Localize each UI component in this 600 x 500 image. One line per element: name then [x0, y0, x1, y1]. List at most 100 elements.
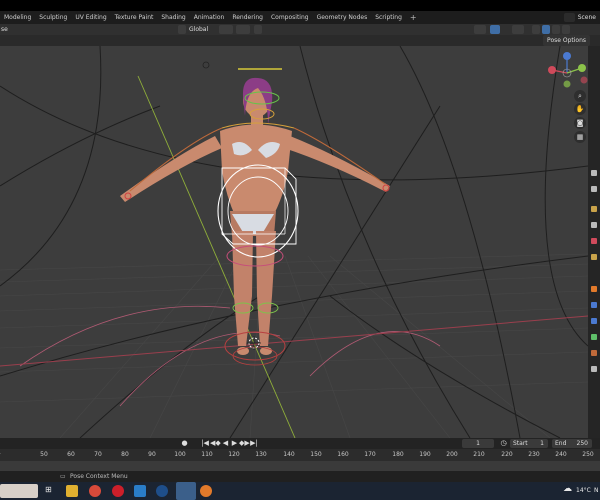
modifier-tab-icon[interactable]: [591, 302, 597, 308]
tab-sculpting[interactable]: Sculpting: [35, 11, 71, 24]
scene-label: Scene: [577, 14, 596, 21]
cloud-icon: ☁: [563, 484, 572, 494]
frame-ruler[interactable]: · 50 60 70 80 90 100 110 120 130 140 150…: [0, 449, 600, 461]
ruler-tick: 140: [283, 451, 295, 458]
next-keyframe-button[interactable]: ◆▶: [239, 439, 250, 448]
ruler-tick: 60: [67, 451, 75, 458]
view-layer-tab-icon[interactable]: [591, 222, 597, 228]
shading-solid-button[interactable]: [542, 25, 550, 34]
3d-viewport[interactable]: ⌕ ✋ ◙ ▦: [0, 46, 588, 438]
constraints-tab-icon[interactable]: [591, 350, 597, 356]
viewport-header: se Global: [0, 24, 600, 35]
ruler-tick: 200: [446, 451, 458, 458]
view-cursor-marker: [202, 61, 210, 69]
timeline-controls: ● |◀ ◀◆ ◀ ▶ ◆▶ ▶| 1 ◷ Start 1 End 250: [0, 438, 600, 449]
transform-orientation-icon[interactable]: [178, 25, 186, 34]
jump-start-button[interactable]: |◀: [200, 439, 210, 448]
jump-end-button[interactable]: ▶|: [249, 439, 259, 448]
record-keyframe-button[interactable]: ●: [180, 439, 189, 448]
end-value: 250: [576, 440, 588, 447]
c-app-icon[interactable]: [156, 485, 168, 497]
hand-icon[interactable]: ✋: [574, 103, 586, 115]
ruler-tick: 220: [501, 451, 513, 458]
play-reverse-button[interactable]: ◀: [221, 439, 230, 448]
clock-icon[interactable]: ◷: [499, 439, 508, 448]
tab-shading[interactable]: Shading: [157, 11, 189, 24]
render-tab-icon[interactable]: [591, 186, 597, 192]
blender-icon[interactable]: [200, 485, 212, 497]
chrome-icon[interactable]: [89, 485, 101, 497]
viewport-gizmo-toggle[interactable]: [474, 25, 486, 34]
weather-suffix: N: [594, 487, 599, 494]
shading-rendered-button[interactable]: [562, 25, 570, 34]
start-frame-field[interactable]: Start 1: [510, 439, 548, 448]
ruler-tick: 180: [392, 451, 404, 458]
output-tab-icon[interactable]: [591, 206, 597, 212]
end-frame-field[interactable]: End 250: [552, 439, 592, 448]
ruler-tick: 70: [94, 451, 102, 458]
add-workspace-button[interactable]: +: [406, 11, 421, 24]
tab-texture-paint[interactable]: Texture Paint: [111, 11, 158, 24]
ruler-tick: 190: [419, 451, 431, 458]
tab-animation[interactable]: Animation: [190, 11, 229, 24]
bone-arcs: [19, 305, 441, 407]
object-tab-icon[interactable]: [591, 286, 597, 292]
pose-options-dropdown[interactable]: Pose Options: [543, 35, 590, 46]
overlay-toggle[interactable]: [490, 25, 500, 34]
ruler-tick: 90: [148, 451, 156, 458]
pose-context-menu-hint: Pose Context Menu: [70, 473, 128, 480]
data-tab-icon[interactable]: [591, 366, 597, 372]
shading-material-button[interactable]: [552, 25, 560, 34]
workspace-tabs-bar: Modeling Sculpting UV Editing Texture Pa…: [0, 11, 600, 24]
scene-selector[interactable]: Scene: [540, 11, 600, 24]
play-icon[interactable]: ▶: [230, 439, 239, 448]
world-tab-icon[interactable]: [591, 254, 597, 260]
viewport-scene: [0, 46, 588, 438]
ruler-tick: 170: [364, 451, 376, 458]
scene-browse-button[interactable]: [563, 13, 575, 22]
particles-tab-icon[interactable]: [591, 318, 597, 324]
properties-tab-strip: [588, 46, 600, 438]
tool-tab-icon[interactable]: [591, 170, 597, 176]
tab-uv-editing[interactable]: UV Editing: [71, 11, 110, 24]
current-frame-field[interactable]: 1: [462, 439, 494, 448]
end-label: End: [555, 440, 567, 447]
zoom-search-icon[interactable]: ⌕: [574, 90, 586, 102]
header-mode-fragment[interactable]: se: [1, 25, 8, 34]
wallpaper-thumbnail: [0, 484, 38, 498]
camera-icon[interactable]: ◙: [574, 117, 586, 129]
tab-modeling[interactable]: Modeling: [0, 11, 35, 24]
task-view-icon[interactable]: ⊞: [45, 485, 52, 495]
3d-cursor: [247, 336, 261, 350]
os-taskbar: ⊞ ☁ 14°C N: [0, 482, 600, 500]
proportional-edit-button[interactable]: [254, 25, 262, 34]
file-explorer-icon[interactable]: [66, 485, 78, 497]
tab-geometry-nodes[interactable]: Geometry Nodes: [313, 11, 372, 24]
pivot-point-button[interactable]: [219, 25, 233, 34]
ruler-tick: 230: [528, 451, 540, 458]
orientation-dropdown[interactable]: Global: [189, 25, 208, 34]
scene-tab-icon[interactable]: [591, 238, 597, 244]
tab-compositing[interactable]: Compositing: [267, 11, 313, 24]
opera-icon[interactable]: [112, 485, 124, 497]
prev-keyframe-button[interactable]: ◀◆: [210, 439, 221, 448]
m-app-icon[interactable]: [134, 485, 146, 497]
physics-tab-icon[interactable]: [591, 334, 597, 340]
timeline-track[interactable]: [0, 461, 600, 471]
shading-wireframe-button[interactable]: [532, 25, 540, 34]
xray-toggle[interactable]: [512, 25, 524, 34]
tab-scripting[interactable]: Scripting: [371, 11, 406, 24]
grid-icon[interactable]: ▦: [574, 131, 586, 143]
mouse-icon: ▭: [60, 473, 66, 480]
ruler-tick: 50: [40, 451, 48, 458]
tool-settings-bar: [0, 35, 600, 46]
photos-icon[interactable]: [176, 482, 196, 500]
weather-temperature[interactable]: 14°C: [576, 486, 591, 496]
x-axis-line: [0, 315, 588, 367]
ruler-tick: 250: [582, 451, 594, 458]
start-value: 1: [540, 440, 544, 447]
tab-rendering[interactable]: Rendering: [228, 11, 267, 24]
snap-button[interactable]: [236, 25, 250, 34]
ruler-tick: 210: [473, 451, 485, 458]
ruler-tick: 100: [174, 451, 186, 458]
